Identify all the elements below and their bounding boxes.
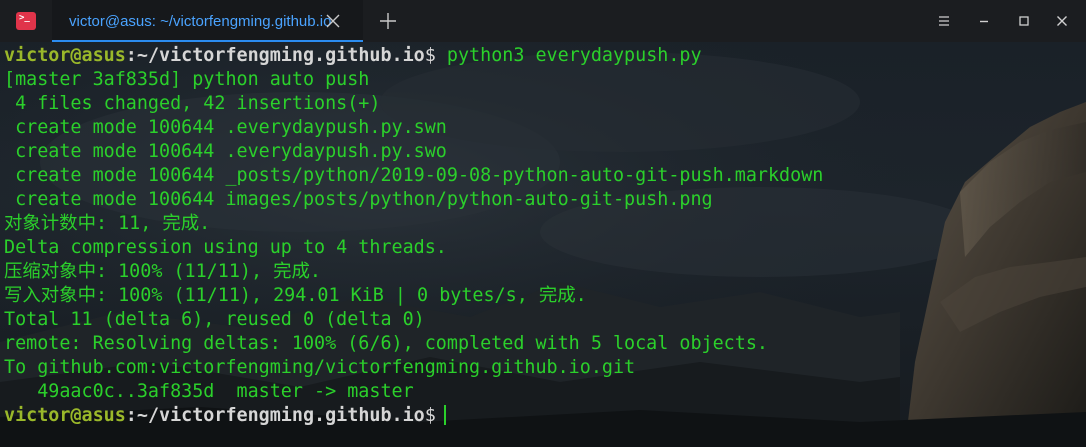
output-line: To github.com:victorfengming/victorfengm…	[4, 357, 636, 378]
output-line: 对象计数中: 11, 完成.	[4, 213, 211, 234]
close-icon[interactable]	[1052, 11, 1072, 31]
terminal-app-icon[interactable]: >_	[16, 12, 36, 30]
prompt-user-host: victor@asus	[4, 45, 126, 66]
tab-title: victor@asus: ~/victorfengming.github.io	[69, 13, 332, 30]
prompt-sign: $	[424, 45, 436, 66]
plus-icon[interactable]	[378, 11, 398, 31]
output-line: create mode 100644 _posts/python/2019-09…	[4, 165, 824, 186]
output-line: create mode 100644 .everydaypush.py.swo	[4, 141, 447, 162]
output-line: create mode 100644 images/posts/python/p…	[4, 189, 713, 210]
app-icon-glyph: >_	[19, 13, 30, 23]
output-line: 4 files changed, 42 insertions(+)	[4, 93, 381, 114]
minimize-icon[interactable]	[974, 11, 994, 31]
current-prompt-line[interactable]: victor@asus:~/victorfengming.github.io$	[4, 404, 1086, 428]
output-line: 压缩对象中: 100% (11/11), 完成.	[4, 261, 321, 282]
text-cursor	[443, 405, 446, 425]
prompt-separator: :	[125, 45, 137, 66]
command-text: python3 everydaypush.py	[435, 45, 702, 66]
output-line: 写入对象中: 100% (11/11), 294.01 KiB | 0 byte…	[4, 285, 587, 306]
hamburger-menu-icon[interactable]	[934, 11, 954, 31]
output-line: 49aac0c..3af835d master -> master	[4, 381, 414, 402]
output-line: Total 11 (delta 6), reused 0 (delta 0)	[4, 309, 425, 330]
terminal-output: victor@asus:~/victorfengming.github.io$ …	[4, 44, 1086, 428]
terminal-view[interactable]: victor@asus:~/victorfengming.github.io$ …	[0, 42, 1086, 447]
prompt-path: ~/victorfengming.github.io	[136, 405, 425, 426]
command-line: victor@asus:~/victorfengming.github.io$ …	[4, 44, 1086, 68]
output-line: Delta compression using up to 4 threads.	[4, 237, 447, 258]
output-line: remote: Resolving deltas: 100% (6/6), co…	[4, 333, 768, 354]
output-line: [master 3af835d] python auto push	[4, 69, 370, 90]
tab-terminal[interactable]: victor@asus: ~/victorfengming.github.io	[52, 0, 363, 42]
title-bar: >_ victor@asus: ~/victorfengming.github.…	[0, 0, 1086, 42]
close-icon[interactable]	[323, 11, 343, 31]
prompt-sign: $	[424, 405, 436, 426]
prompt-separator: :	[125, 405, 137, 426]
prompt-path: ~/victorfengming.github.io	[136, 45, 425, 66]
prompt-user-host: victor@asus	[4, 405, 126, 426]
output-line: create mode 100644 .everydaypush.py.swn	[4, 117, 447, 138]
maximize-icon[interactable]	[1014, 11, 1034, 31]
